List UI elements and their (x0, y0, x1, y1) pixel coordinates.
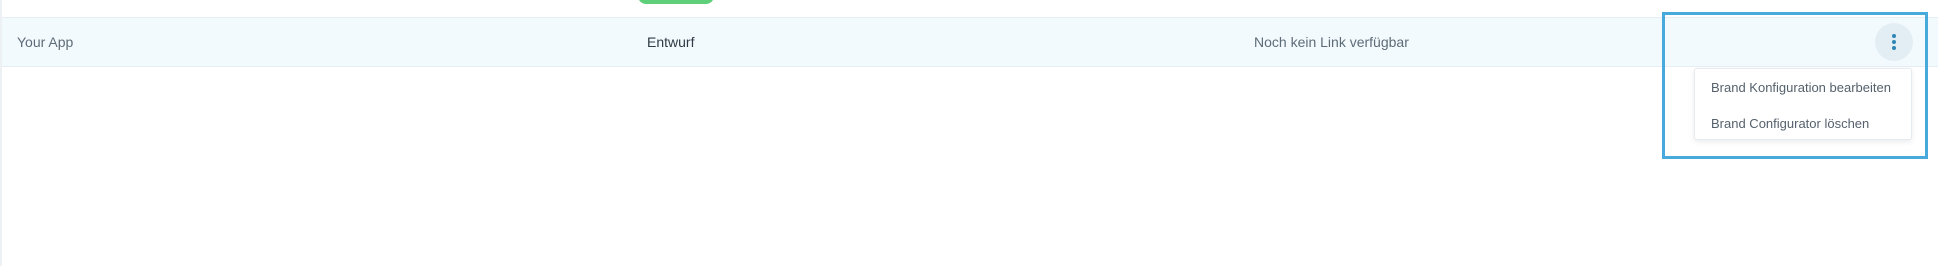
page: Your App Entwurf Noch kein Link verfügba… (0, 0, 1938, 266)
table-row[interactable]: Your App Entwurf Noch kein Link verfügba… (2, 17, 1938, 67)
menu-dot (1892, 40, 1896, 44)
row-actions-dropdown: Brand Konfiguration bearbeiten Brand Con… (1694, 68, 1912, 140)
more-vertical-icon[interactable] (1875, 23, 1913, 61)
link-cell: Noch kein Link verfügbar (1254, 34, 1409, 50)
menu-dot (1892, 34, 1896, 38)
status-cell: Entwurf (647, 34, 695, 50)
status-pill-partial (638, 0, 714, 4)
edit-brand-configuration-menu-item[interactable]: Brand Konfiguration bearbeiten (1711, 76, 1891, 100)
app-name-cell: Your App (17, 34, 74, 50)
delete-brand-configurator-menu-item[interactable]: Brand Configurator löschen (1711, 112, 1869, 136)
menu-dot (1892, 46, 1896, 50)
